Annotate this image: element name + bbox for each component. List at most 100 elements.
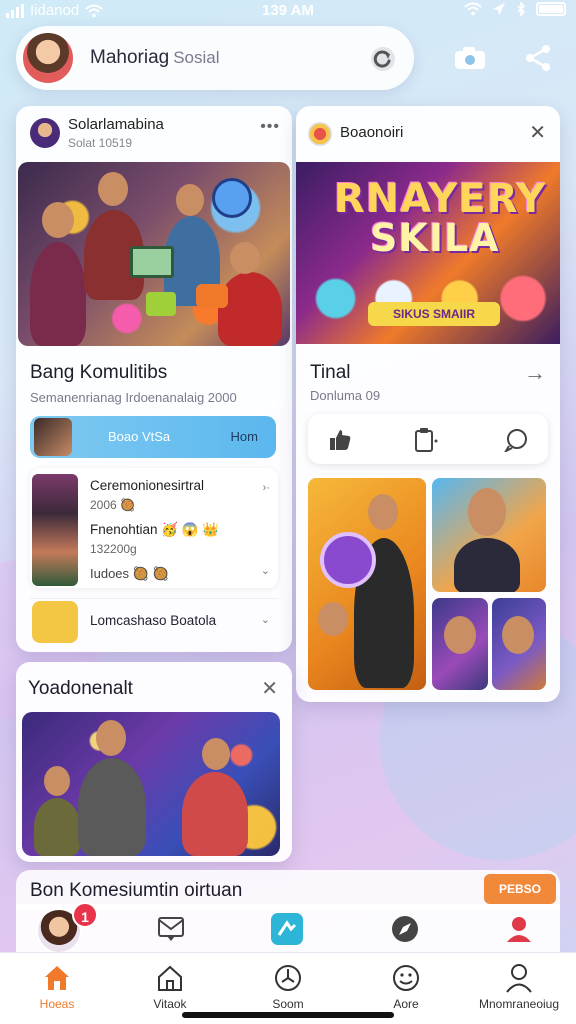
clipboard-icon[interactable] [412,426,440,454]
person-face [176,184,204,216]
gallery-tile[interactable] [492,598,546,690]
emoji-bubble [212,178,252,218]
tab-room-label: Soom [272,997,304,1011]
event-avatar[interactable] [308,122,332,146]
profile-avatar[interactable] [20,30,76,86]
poster-ribbon: SIKUS SMAIIR [368,302,500,326]
feed-meta-1: 2006 🥘 [90,498,135,512]
banner-right-label[interactable]: Hom [231,429,258,444]
gallery-tile[interactable] [308,478,426,690]
house-outline-icon [155,963,185,993]
community-image[interactable] [18,162,290,346]
action-bar [308,414,548,464]
card-title[interactable]: Bang Komulitibs [30,362,167,384]
poster-title-line2: SKILA [370,216,500,260]
home-indicator[interactable] [182,1012,394,1018]
battery-icon [536,2,566,16]
gallery-tile[interactable] [432,478,546,592]
person-face [98,172,128,206]
status-bar: Iidanod 139 AM [0,0,576,22]
location-icon [493,3,505,15]
author-avatar[interactable] [30,118,60,148]
clock-icon [273,963,303,993]
more-options-icon[interactable]: ••• [260,118,280,136]
community-card[interactable]: Solarlamabina Solat 10519 ••• Bang Komul… [16,106,292,652]
featured-image[interactable] [22,712,280,856]
tablet-prop [130,246,174,278]
list-item[interactable]: Lomcashaso Boatola ⌄ [30,598,278,644]
feed-line-1[interactable]: Ceremonionesirtral [90,478,204,493]
gift-box [146,292,176,316]
person-figure [454,538,520,592]
person-figure [78,758,146,856]
author-sub: Solat 10519 [68,136,133,150]
profile-header[interactable]: Mahoriag Sosial [16,26,414,90]
camera-icon[interactable] [452,40,488,76]
chevron-right-icon[interactable]: ›· [263,482,270,494]
person-face [96,720,126,756]
feed-line-3[interactable]: Iudoes 🥘 🥘 [90,566,169,582]
person-figure [30,242,86,346]
person-face [468,488,506,536]
join-banner[interactable]: Boao VtSa Hom [30,416,276,458]
smile-icon [391,963,421,993]
compass-icon[interactable] [388,912,422,946]
section-title[interactable]: Tinal [310,362,350,384]
chevron-down-icon[interactable]: ⌄ [261,564,270,577]
arrow-right-icon[interactable]: → [524,360,546,386]
feed-meta-2: 132200g [90,542,137,556]
chevron-down-icon[interactable]: ⌄ [261,613,270,626]
banner-thumbnail [34,418,72,456]
wifi-icon [464,2,482,16]
like-icon[interactable] [326,426,354,454]
person-figure [34,798,80,856]
person-face [444,616,476,654]
person-figure [218,272,282,346]
tab-home[interactable]: Hoeas [2,963,112,1011]
person-face [368,494,398,530]
comment-icon[interactable] [502,426,530,454]
feed-line-2[interactable]: Fnenohtian 🥳 😱 👑 [90,522,219,538]
tab-video[interactable]: Vitaok [115,963,225,1011]
featured-title[interactable]: Yoadonenalt [28,678,133,700]
author-name[interactable]: Solarlamabina [68,116,164,133]
list-item-label: Lomcashaso Boatola [90,613,217,628]
tab-profile-label: Mnomraneoiug [478,997,560,1011]
tab-profile[interactable]: Mnomraneoiug [464,963,574,1011]
film-reel-icon [320,532,376,588]
message-icon[interactable] [154,912,188,946]
featured-card[interactable]: Yoadonenalt ✕ [16,662,292,862]
tab-video-label: Vitaok [153,997,187,1011]
tab-more[interactable]: Aore [351,963,461,1011]
person-face [502,616,534,654]
person-face [44,766,70,796]
person-face [42,202,74,238]
user-icon [504,963,534,993]
close-icon[interactable]: ✕ [529,120,546,145]
tab-more-label: Aore [393,997,419,1011]
person-alert-icon[interactable] [502,912,536,946]
person-face [230,242,260,274]
tab-home-label: Hoeas [39,997,75,1011]
share-icon[interactable] [520,40,556,76]
refresh-icon[interactable] [370,46,396,72]
event-card-title[interactable]: Boaonoiri [340,124,403,141]
close-icon[interactable]: ✕ [261,676,278,701]
card-subtitle: Semanenrianag Irdoenanalaig 2000 [30,390,237,405]
notification-badge[interactable]: 1 [72,902,98,928]
person-face [318,602,348,636]
person-face [202,738,230,770]
section-header-title[interactable]: Bon Komesiumtin oirtuan [30,880,242,902]
bluetooth-icon [517,2,526,16]
person-figure [182,772,248,856]
event-card[interactable]: Boaonoiri ✕ RNAYERY SKILA SIKUS SMAIIR T… [296,106,560,702]
gallery-tile[interactable] [432,598,488,690]
activity-feed[interactable]: Ceremonionesirtral 2006 🥘 ›· Fnenohtian … [30,468,278,588]
active-app-icon[interactable] [270,912,304,946]
feed-thumbnail [32,474,78,586]
tab-room[interactable]: Soom [233,963,343,1011]
event-poster[interactable]: RNAYERY SKILA SIKUS SMAIIR [296,162,560,344]
popcorn-icon [32,601,78,643]
tag-badge[interactable]: PEBSO [484,874,556,904]
app-name-sub: Sosial [173,48,220,67]
